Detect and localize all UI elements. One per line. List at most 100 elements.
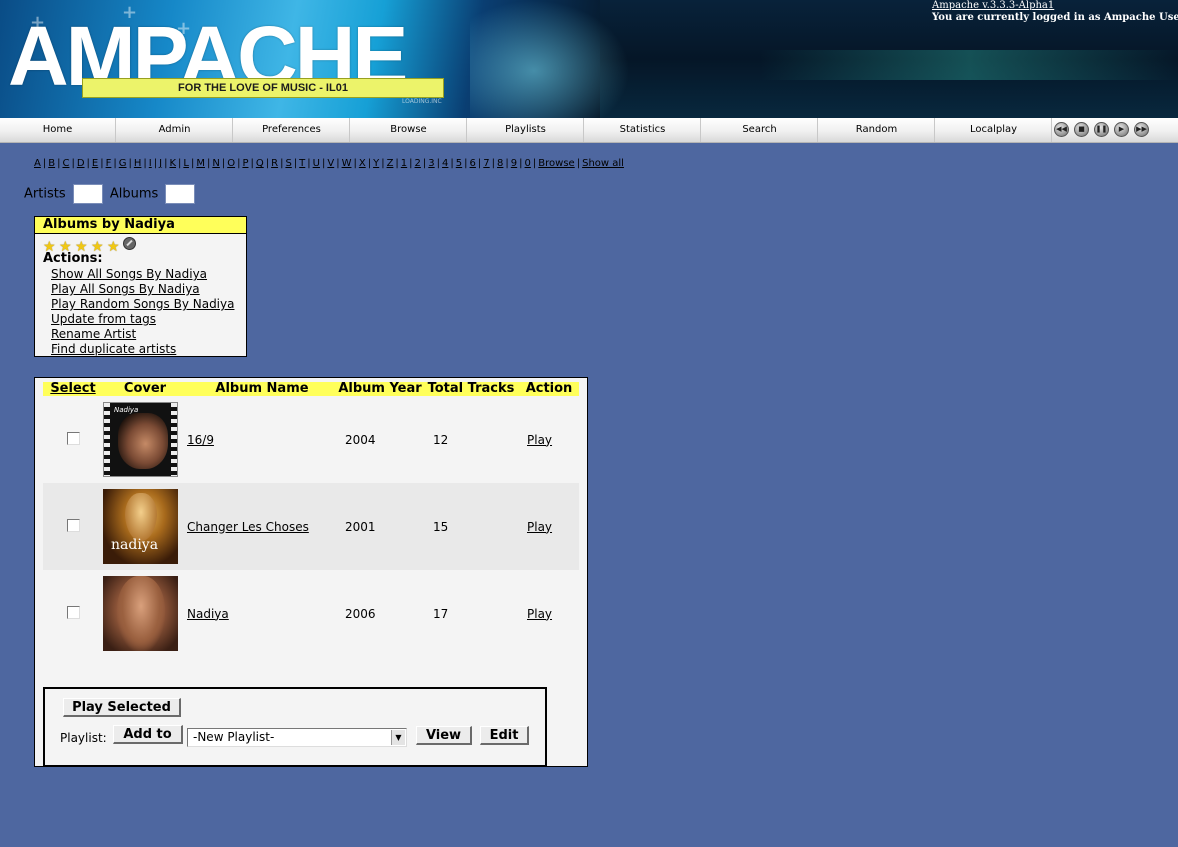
album-cover-image[interactable]: [103, 576, 178, 651]
separator: |: [265, 158, 270, 169]
alpha-filter-0[interactable]: 0: [525, 158, 531, 169]
separator: |: [206, 158, 211, 169]
nav-playlists[interactable]: Playlists: [468, 118, 584, 142]
nav-search[interactable]: Search: [702, 118, 818, 142]
separator: |: [86, 158, 90, 169]
stop-icon[interactable]: ■: [1074, 122, 1089, 137]
action-play-all-songs[interactable]: Play All Songs By Nadiya: [51, 282, 234, 297]
albums-search-input[interactable]: [165, 184, 196, 204]
albums-label: Albums: [109, 186, 159, 202]
nav-preferences[interactable]: Preferences: [234, 118, 350, 142]
fast-forward-icon[interactable]: ▶▶: [1134, 122, 1149, 137]
alpha-filter-o[interactable]: O: [227, 158, 235, 169]
alpha-filter-2[interactable]: 2: [415, 158, 421, 169]
alpha-filter-9[interactable]: 9: [511, 158, 517, 169]
nav-admin[interactable]: Admin: [117, 118, 233, 142]
alpha-filter-x[interactable]: X: [359, 158, 366, 169]
alpha-filter-v[interactable]: V: [327, 158, 334, 169]
alpha-filter-h[interactable]: H: [134, 158, 142, 169]
album-name-link[interactable]: 16/9: [187, 433, 214, 447]
album-year: 2001: [345, 519, 376, 534]
alpha-filter-r[interactable]: R: [271, 158, 278, 169]
alpha-filter-a[interactable]: A: [34, 158, 41, 169]
alpha-filter-6[interactable]: 6: [470, 158, 476, 169]
alpha-filter-e[interactable]: E: [92, 158, 98, 169]
action-update-from-tags[interactable]: Update from tags: [51, 312, 234, 327]
action-show-all-songs[interactable]: Show All Songs By Nadiya: [51, 267, 234, 282]
play-icon[interactable]: ▶: [1114, 122, 1129, 137]
alpha-filter-c[interactable]: C: [62, 158, 69, 169]
alpha-filter-k[interactable]: K: [169, 158, 176, 169]
play-selected-button[interactable]: Play Selected: [63, 698, 181, 717]
separator: |: [221, 158, 226, 169]
album-cover-image[interactable]: Nadiya: [103, 402, 178, 477]
column-header-select[interactable]: Select: [43, 382, 103, 396]
alpha-filter-d[interactable]: D: [77, 158, 85, 169]
alpha-filter-t[interactable]: T: [299, 158, 305, 169]
action-find-duplicate-artists[interactable]: Find duplicate artists: [51, 342, 234, 357]
play-album-link[interactable]: Play: [527, 433, 552, 447]
alpha-filter-s[interactable]: S: [285, 158, 291, 169]
edit-playlist-button[interactable]: Edit: [480, 726, 529, 745]
artists-search-input[interactable]: [72, 184, 103, 204]
top-navigation: Home Admin Preferences Browse Playlists …: [0, 118, 1178, 143]
alpha-filter-l[interactable]: L: [183, 158, 189, 169]
alpha-filter-g[interactable]: G: [119, 158, 127, 169]
separator: |: [519, 158, 523, 169]
alpha-filter-b[interactable]: B: [48, 158, 55, 169]
pause-icon[interactable]: ❚❚: [1094, 122, 1109, 137]
alpha-show-all-link[interactable]: Show all: [582, 158, 624, 169]
alpha-filter-w[interactable]: W: [342, 158, 352, 169]
alpha-filter-q[interactable]: Q: [256, 158, 264, 169]
alpha-filter-n[interactable]: N: [212, 158, 219, 169]
rewind-icon[interactable]: ◀◀: [1054, 122, 1069, 137]
album-cover-image[interactable]: nadiya: [103, 489, 178, 564]
alpha-filter-8[interactable]: 8: [497, 158, 503, 169]
header-banner: + + + AMPACHE FOR THE LOVE OF MUSIC - IL…: [0, 0, 1178, 118]
alpha-filter-i[interactable]: I: [149, 158, 152, 169]
alpha-filter-7[interactable]: 7: [483, 158, 489, 169]
alpha-filter-1[interactable]: 1: [401, 158, 407, 169]
alpha-filter-y[interactable]: Y: [373, 158, 379, 169]
actions-list: Show All Songs By Nadiya Play All Songs …: [51, 267, 234, 357]
nav-home[interactable]: Home: [0, 118, 116, 142]
alpha-filter-f[interactable]: F: [106, 158, 112, 169]
add-to-playlist-button[interactable]: Add to: [113, 725, 183, 744]
separator: |: [336, 158, 340, 169]
nav-browse[interactable]: Browse: [351, 118, 467, 142]
nav-random[interactable]: Random: [819, 118, 935, 142]
alpha-filter-u[interactable]: U: [313, 158, 320, 169]
separator: |: [436, 158, 441, 169]
nav-statistics[interactable]: Statistics: [585, 118, 701, 142]
albums-table: Select Cover Album Name Album Year Total…: [43, 382, 579, 657]
playlist-select[interactable]: -New Playlist- ▼: [187, 728, 407, 747]
alpha-filter-j[interactable]: J: [159, 158, 162, 169]
album-name-link[interactable]: Nadiya: [187, 607, 229, 621]
select-checkbox[interactable]: [66, 518, 80, 532]
column-header-total-tracks: Total Tracks: [423, 382, 519, 396]
alpha-filter-3[interactable]: 3: [428, 158, 434, 169]
alpha-browse-link[interactable]: Browse: [538, 158, 574, 169]
alpha-filter-m[interactable]: M: [196, 158, 205, 169]
alpha-filter-p[interactable]: P: [242, 158, 248, 169]
alpha-filter-5[interactable]: 5: [456, 158, 462, 169]
play-album-link[interactable]: Play: [527, 607, 552, 621]
select-checkbox[interactable]: [66, 431, 80, 445]
star-icon[interactable]: ★: [107, 240, 121, 254]
view-playlist-button[interactable]: View: [416, 726, 472, 745]
album-name-link[interactable]: Changer Les Choses: [187, 520, 309, 534]
version-link[interactable]: Ampache v.3.3.3-Alpha1: [932, 0, 1054, 11]
alpha-filter-4[interactable]: 4: [442, 158, 448, 169]
nav-localplay[interactable]: Localplay: [936, 118, 1052, 142]
clear-rating-icon[interactable]: [123, 237, 136, 250]
select-checkbox[interactable]: [66, 605, 80, 619]
chevron-down-icon: ▼: [391, 730, 405, 745]
alpha-filter-z[interactable]: Z: [387, 158, 394, 169]
separator: |: [250, 158, 254, 169]
album-year: 2004: [345, 432, 376, 447]
action-play-random-songs[interactable]: Play Random Songs By Nadiya: [51, 297, 234, 312]
actions-label: Actions:: [43, 251, 103, 266]
play-album-link[interactable]: Play: [527, 520, 552, 534]
artist-album-search: Artists Albums: [24, 184, 198, 204]
action-rename-artist[interactable]: Rename Artist: [51, 327, 234, 342]
